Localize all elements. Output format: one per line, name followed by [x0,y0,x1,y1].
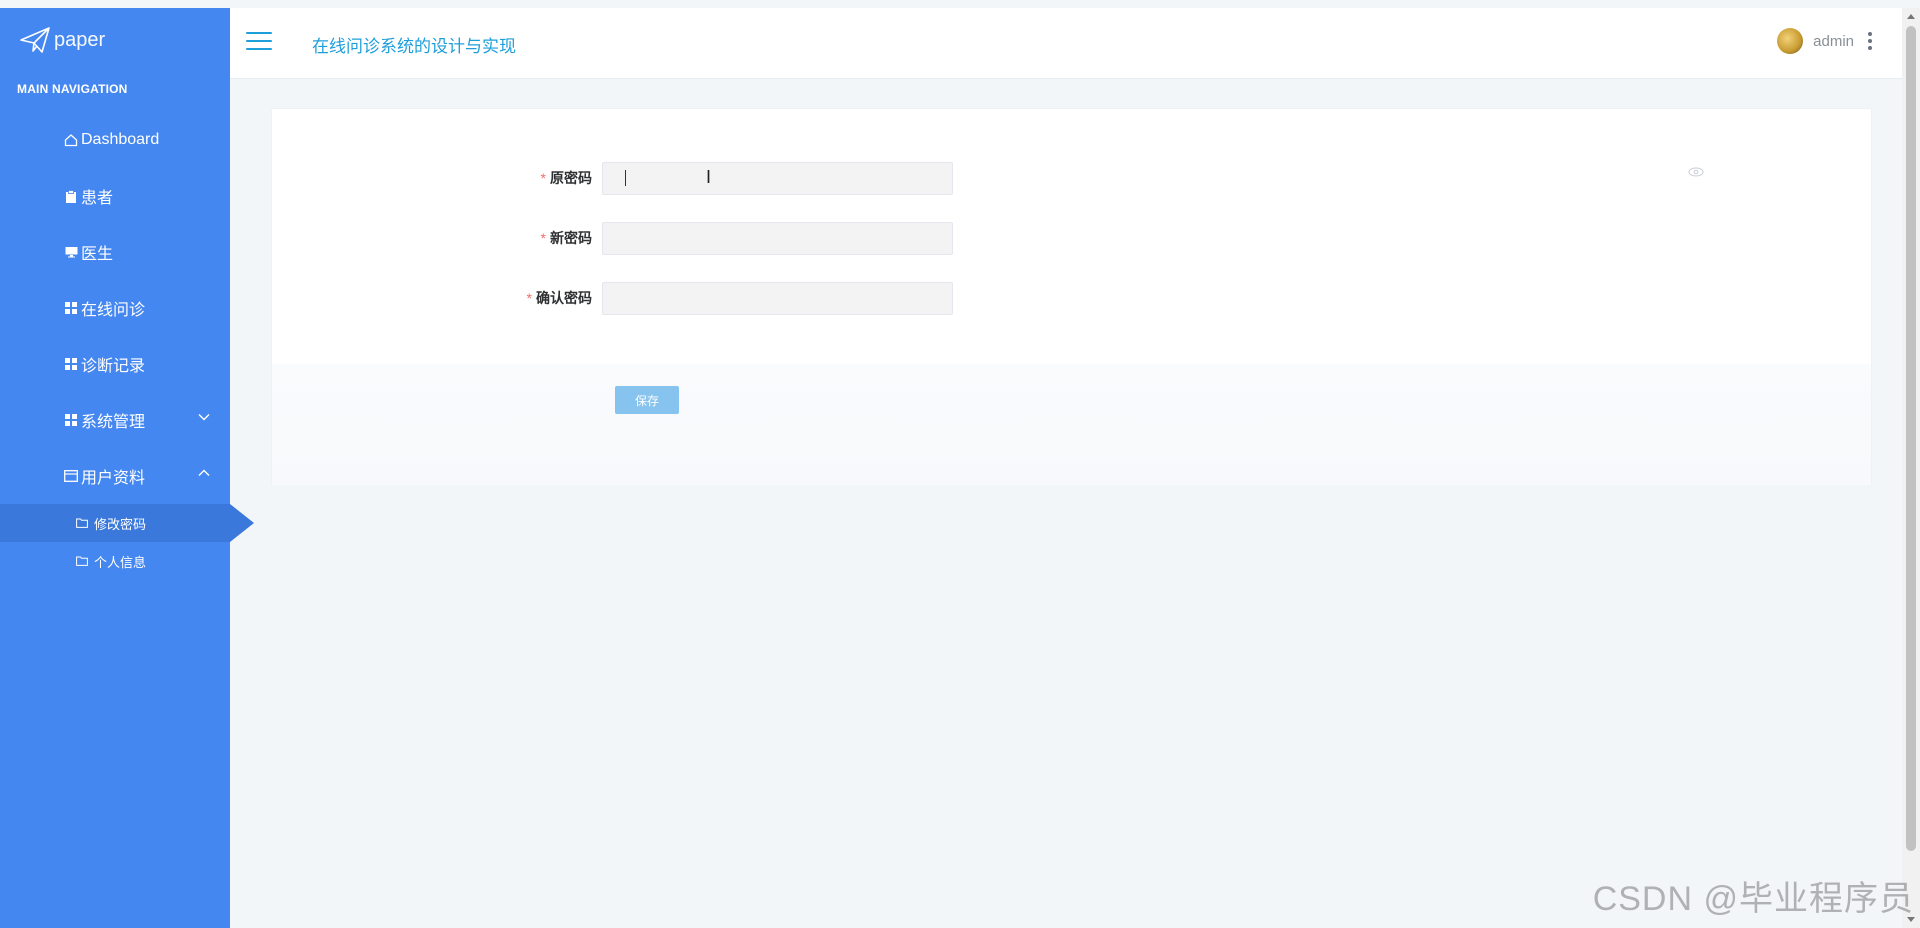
old-password-label: * 原密码 [540,170,592,186]
folder-icon [76,556,88,566]
sidebar-subitem-label: 修改密码 [94,516,147,532]
sidebar: paper MAIN NAVIGATION Dashboard 患者 医生 在线… [0,8,254,928]
grid-icon [64,301,78,315]
new-password-label: * 新密码 [540,230,592,246]
home-icon [64,133,78,147]
save-button[interactable]: 保存 [615,386,679,414]
required-mark: * [526,290,532,306]
eye-icon[interactable] [1688,167,1704,177]
chevron-up-icon [198,469,210,476]
topbar: 在线问诊系统的设计与实现 admin [230,8,1902,79]
old-password-input[interactable] [602,161,953,195]
sidebar-item-label: 诊断记录 [81,358,146,375]
app: paper MAIN NAVIGATION Dashboard 患者 医生 在线… [0,0,1920,928]
card-footer-area [272,364,1871,485]
username: admin [1813,32,1854,50]
text-caret [625,170,626,186]
sidebar-subitem-personal-info[interactable]: 个人信息 [0,542,230,580]
paper-plane-icon [20,27,50,53]
brand-name: paper [54,28,106,51]
sidebar-item-label: 系统管理 [81,414,146,431]
sidebar-subitem-label: 个人信息 [94,554,147,570]
nav-header: MAIN NAVIGATION [17,82,128,96]
clipboard-icon [64,189,78,203]
scrollbar-thumb[interactable] [1906,26,1916,851]
required-mark: * [540,170,546,186]
sidebar-item-label: Dashboard [81,131,160,148]
menu-toggle-icon[interactable] [246,32,272,52]
grid-icon [64,357,78,371]
page-scrollbar[interactable] [1902,8,1920,928]
sidebar-item-label: 在线问诊 [81,302,146,319]
sidebar-item-user-profile[interactable]: 用户资料 [0,448,230,504]
avatar[interactable] [1777,28,1804,54]
chevron-down-icon [198,414,210,421]
sidebar-item-diagnosis-records[interactable]: 诊断记录 [0,336,230,392]
sidebar-item-doctors[interactable]: 医生 [0,224,230,280]
card-icon [64,469,78,483]
page-title: 在线问诊系统的设计与实现 [312,37,516,56]
user-menu[interactable]: admin [1777,28,1872,54]
confirm-password-input[interactable] [602,281,953,315]
text-cursor-icon: I [706,167,712,187]
required-mark: * [540,230,546,246]
sidebar-item-patients[interactable]: 患者 [0,168,230,224]
form-row-confirm-password: * 确认密码 [272,281,953,315]
brand[interactable]: paper [0,8,230,72]
sidebar-item-label: 医生 [81,246,114,263]
scroll-up-arrow-icon[interactable] [1907,14,1915,19]
form-row-new-password: * 新密码 [272,221,953,255]
change-password-card: * 原密码 I * 新密码 * 确认密码 保存 [271,108,1872,485]
folder-icon [76,518,88,528]
confirm-password-label: * 确认密码 [526,290,592,306]
new-password-input[interactable] [602,221,953,255]
sidebar-subitem-change-password[interactable]: 修改密码 [0,504,254,542]
watermark: CSDN @毕业程序员 [1592,880,1914,918]
sidebar-item-label: 患者 [81,190,114,207]
sidebar-item-label: 用户资料 [81,470,146,487]
form-row-old-password: * 原密码 I [272,161,1871,195]
sidebar-item-dashboard[interactable]: Dashboard [0,112,230,168]
more-vertical-icon[interactable] [1868,32,1872,50]
monitor-icon [64,245,78,259]
sidebar-item-system-management[interactable]: 系统管理 [0,392,230,448]
sidebar-item-online-consultation[interactable]: 在线问诊 [0,280,230,336]
grid-icon [64,413,78,427]
